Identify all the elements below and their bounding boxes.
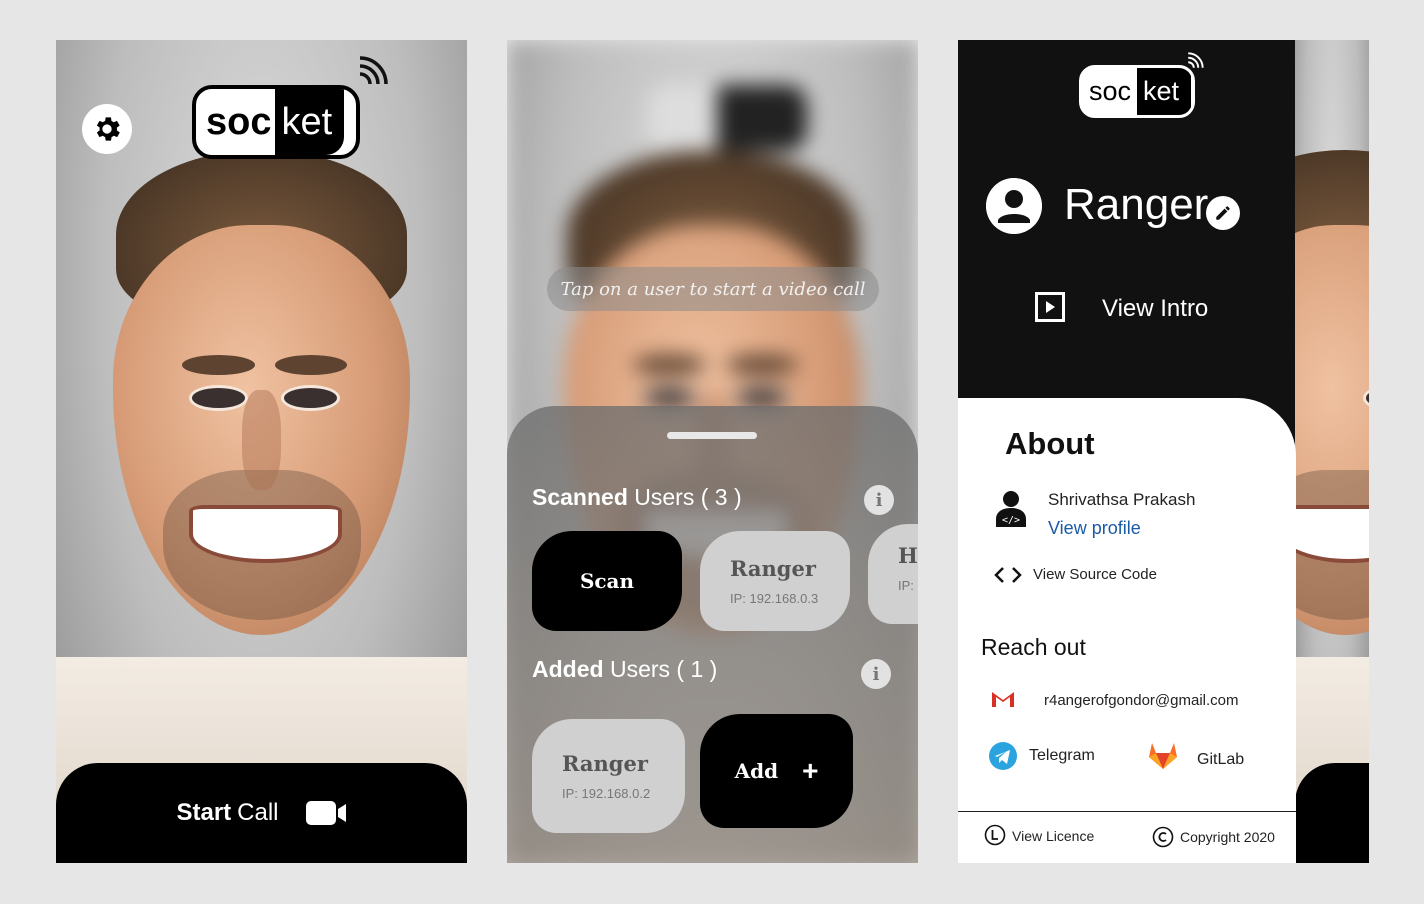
added-info-icon[interactable]: i: [861, 659, 891, 689]
view-intro-link[interactable]: View Intro: [1102, 295, 1208, 323]
pencil-icon: [1216, 206, 1230, 220]
start-call-bar-edge: [1295, 763, 1369, 863]
scan-screen: Tap on a user to start a video call Scan…: [507, 40, 918, 863]
scanned-user-card[interactable]: Ranger IP: 192.168.0.3: [700, 531, 850, 631]
gitlab-icon: [1149, 743, 1177, 769]
background-photo-edge: [1210, 40, 1369, 863]
view-licence-link[interactable]: View Licence: [1012, 828, 1094, 844]
licence-icon: [984, 824, 1006, 846]
user-name: Ho: [898, 543, 918, 568]
telegram-link[interactable]: Telegram: [1029, 747, 1095, 765]
telegram-icon: [989, 742, 1017, 770]
users-bottom-sheet: Scanned Users ( 3 ) i Scan Ranger IP: 19…: [507, 406, 918, 863]
socket-logo: soc ket: [1079, 65, 1195, 118]
home-screen: soc ket Start Call: [56, 40, 467, 863]
developer-icon: </>: [996, 491, 1026, 527]
start-call-label: Call: [237, 799, 279, 826]
user-ip: IP: 192.168.0.2: [562, 786, 651, 801]
svg-text:</>: </>: [1002, 515, 1020, 526]
logo-text-ket: ket: [1135, 68, 1192, 115]
edit-name-button[interactable]: [1206, 196, 1240, 230]
scan-button[interactable]: Scan: [532, 531, 682, 631]
start-call-bold: Start: [176, 799, 232, 826]
user-ip: IP: 192.168.0.3: [730, 591, 819, 606]
copyright-icon: [1152, 826, 1174, 848]
plus-icon: +: [802, 755, 819, 786]
account-icon: [986, 178, 1042, 234]
sheet-drag-handle[interactable]: [667, 432, 757, 439]
drawer-header: soc ket Ranger View Intro: [958, 40, 1295, 460]
added-user-card[interactable]: Ranger IP: 192.168.0.2: [532, 719, 685, 833]
view-profile-link[interactable]: View profile: [1048, 518, 1141, 539]
user-ip: IP:: [898, 578, 914, 593]
gmail-icon: [992, 692, 1014, 707]
gitlab-link[interactable]: GitLab: [1197, 751, 1244, 769]
wireless-icon: [1188, 52, 1204, 68]
profile-drawer-screen: soc ket Ranger View Intro About </> Shri…: [958, 40, 1369, 863]
add-label: Add: [734, 759, 779, 783]
added-users-heading: Added Users ( 1 ): [532, 656, 718, 682]
developer-name: Shrivathsa Prakash: [1048, 490, 1196, 509]
email-link[interactable]: r4angerofgondor@gmail.com: [1044, 692, 1239, 709]
copyright-text: Copyright 2020: [1180, 829, 1275, 845]
user-name: Ranger: [730, 556, 816, 581]
footer-divider: [958, 811, 1296, 812]
wireless-icon: [359, 56, 388, 85]
video-camera-icon: [305, 801, 346, 825]
video-call-hint: Tap on a user to start a video call: [547, 267, 879, 311]
play-icon[interactable]: [1035, 292, 1065, 322]
add-user-button[interactable]: Add +: [700, 714, 853, 828]
user-name: Ranger: [562, 751, 648, 776]
logo-text-soc: soc: [1089, 76, 1132, 106]
about-heading: About: [1005, 426, 1095, 461]
logo-text-ket: ket: [275, 89, 345, 155]
face-photo: [97, 150, 427, 650]
drawer-body: About </> Shrivathsa Prakash View profil…: [958, 398, 1296, 863]
scanned-info-icon[interactable]: i: [864, 485, 894, 515]
reach-out-heading: Reach out: [981, 634, 1086, 660]
code-brackets-icon: [994, 567, 1022, 583]
start-call-button[interactable]: Start Call: [56, 763, 467, 863]
scanned-user-card[interactable]: Ho IP:: [868, 524, 918, 624]
view-source-code-link[interactable]: View Source Code: [1033, 566, 1157, 583]
logo-text-soc: soc: [206, 100, 272, 143]
socket-logo: soc ket: [192, 85, 360, 159]
settings-button[interactable]: [82, 104, 132, 154]
gear-icon: [96, 117, 120, 141]
username: Ranger: [1064, 180, 1209, 229]
scanned-users-heading: Scanned Users ( 3 ): [532, 484, 742, 510]
